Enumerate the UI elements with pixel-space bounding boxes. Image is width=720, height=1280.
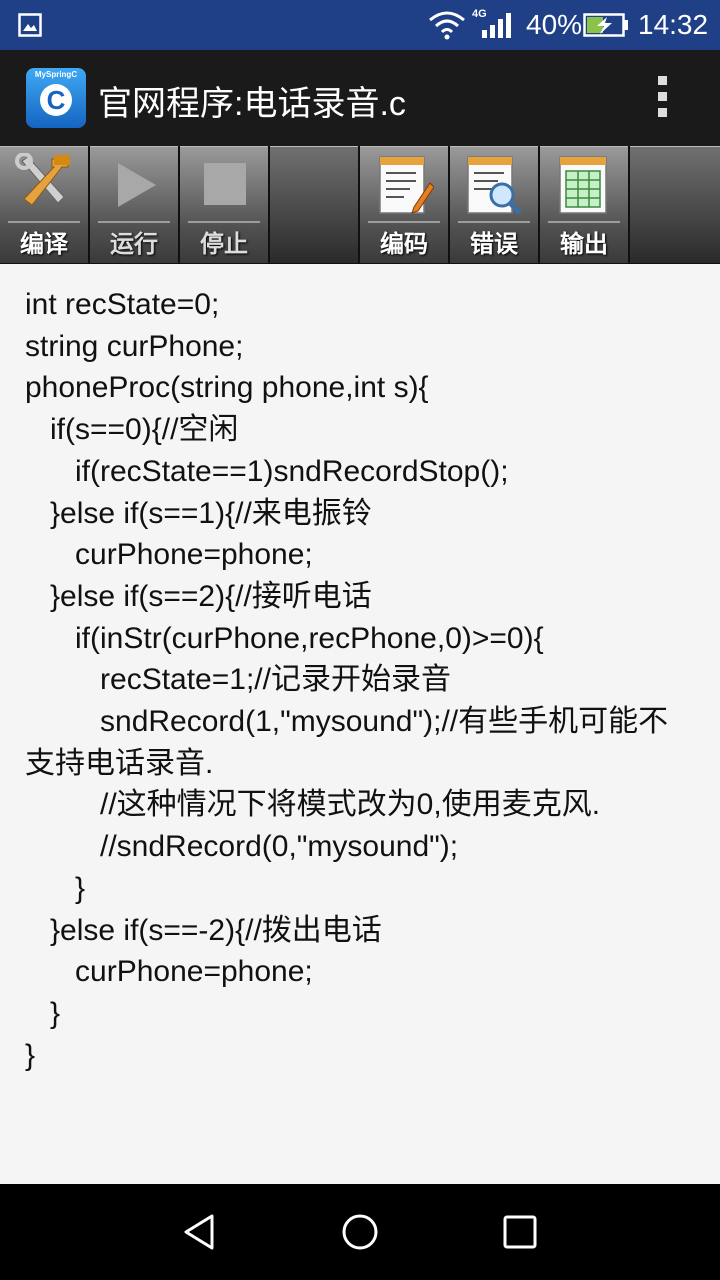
toolbar: 编译 运行 停止 编码 错误 输出 bbox=[0, 146, 720, 264]
tools-icon bbox=[15, 153, 70, 206]
status-bar: 4G 40% 14:32 bbox=[0, 0, 720, 50]
clock: 14:32 bbox=[638, 9, 709, 40]
home-icon[interactable] bbox=[340, 1212, 380, 1252]
code-button[interactable]: 编码 bbox=[360, 146, 448, 263]
code-editor[interactable]: int recState=0; string curPhone; phonePr… bbox=[0, 264, 720, 1184]
compile-label: 编译 bbox=[20, 231, 68, 258]
battery-percent: 40% bbox=[526, 9, 583, 40]
run-label: 运行 bbox=[110, 231, 158, 258]
toolbar-spacer bbox=[270, 146, 358, 263]
output-label: 输出 bbox=[560, 231, 608, 258]
app-logo-text: MySpringC bbox=[34, 70, 78, 79]
stop-label: 停止 bbox=[200, 231, 248, 258]
errors-label: 错误 bbox=[470, 231, 518, 258]
app-logo-letter: C bbox=[40, 84, 72, 116]
toolbar-spacer bbox=[630, 146, 720, 263]
search-document-icon bbox=[467, 156, 522, 215]
code-text[interactable]: int recState=0; string curPhone; phonePr… bbox=[25, 284, 695, 1076]
battery-charging-icon bbox=[583, 13, 628, 37]
run-button[interactable]: 运行 bbox=[90, 146, 178, 263]
recents-icon[interactable] bbox=[502, 1212, 538, 1252]
app-logo: MySpringC C bbox=[26, 68, 86, 128]
output-button[interactable]: 输出 bbox=[540, 146, 628, 263]
errors-button[interactable]: 错误 bbox=[450, 146, 538, 263]
gallery-icon bbox=[18, 13, 42, 37]
stop-button[interactable]: 停止 bbox=[180, 146, 268, 263]
compile-button[interactable]: 编译 bbox=[0, 146, 88, 263]
edit-document-icon bbox=[379, 156, 434, 214]
play-icon bbox=[118, 163, 156, 207]
overflow-menu-icon[interactable] bbox=[652, 76, 672, 122]
page-title: 官网程序:电话录音.c bbox=[98, 85, 406, 123]
wifi-icon bbox=[429, 11, 465, 40]
signal-icon bbox=[482, 13, 511, 38]
table-icon bbox=[559, 156, 607, 214]
stop-icon bbox=[204, 163, 246, 205]
navigation-bar bbox=[0, 1184, 720, 1280]
app-bar: MySpringC C 官网程序:电话录音.c bbox=[0, 50, 720, 146]
code-label: 编码 bbox=[380, 231, 428, 258]
back-icon[interactable] bbox=[180, 1212, 220, 1252]
